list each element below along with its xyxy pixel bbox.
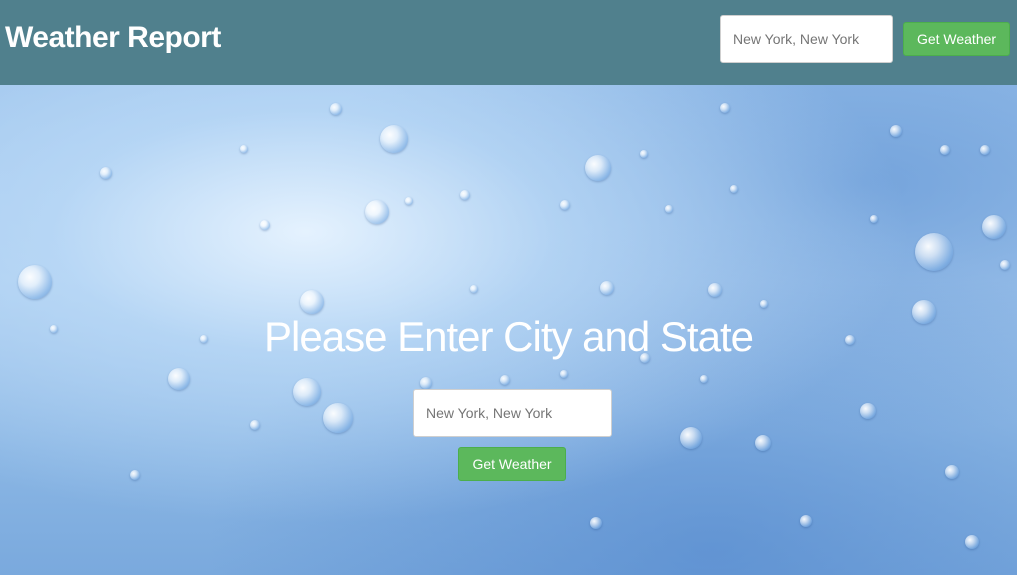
rain-drop — [560, 200, 570, 210]
rain-drop — [980, 145, 990, 155]
rain-drop — [168, 368, 190, 390]
rain-drop — [500, 375, 510, 385]
rain-drop — [915, 233, 953, 271]
rain-drop — [730, 185, 738, 193]
rain-drop — [130, 470, 140, 480]
rain-drop — [720, 103, 730, 113]
rain-drop — [365, 200, 389, 224]
rain-drop — [680, 427, 702, 449]
rain-drop — [700, 375, 708, 383]
hero-section: Please Enter City and State Get Weather — [0, 85, 1017, 575]
brand-title[interactable]: Weather Report — [5, 21, 221, 55]
rain-drop — [460, 190, 470, 200]
navbar-get-weather-button[interactable]: Get Weather — [903, 22, 1010, 56]
rain-drop — [890, 125, 902, 137]
navbar-city-input[interactable] — [720, 15, 893, 63]
rain-drop — [293, 378, 321, 406]
rain-drop — [300, 290, 324, 314]
rain-drop — [665, 205, 673, 213]
rain-drop — [1000, 260, 1010, 270]
rain-drop — [708, 283, 722, 297]
top-navbar: Weather Report Get Weather — [0, 0, 1017, 85]
rain-drop — [600, 281, 614, 295]
rain-drop — [405, 197, 413, 205]
rain-drop — [240, 145, 248, 153]
hero-get-weather-button[interactable]: Get Weather — [458, 447, 566, 481]
rain-drop — [380, 125, 408, 153]
rain-drop — [640, 150, 648, 158]
rain-drop — [940, 145, 950, 155]
rain-drop — [590, 517, 602, 529]
rain-drop — [330, 103, 342, 115]
rain-drop — [250, 420, 260, 430]
rain-drop — [870, 215, 878, 223]
rain-drop — [585, 155, 611, 181]
hero-city-input[interactable] — [413, 389, 612, 437]
rain-drop — [18, 265, 52, 299]
rain-drop — [860, 403, 876, 419]
rain-drop — [755, 435, 771, 451]
rain-drop — [760, 300, 768, 308]
rain-drop — [100, 167, 112, 179]
rain-drop — [470, 285, 478, 293]
hero-heading: Please Enter City and State — [264, 313, 754, 360]
rain-drop — [420, 377, 432, 389]
rain-drop — [982, 215, 1006, 239]
rain-drop — [965, 535, 979, 549]
rain-drop — [800, 515, 812, 527]
rain-drop — [560, 370, 568, 378]
rain-drop — [945, 465, 959, 479]
weather-app: Weather Report Get Weather Please Enter … — [0, 0, 1017, 575]
rain-drop — [323, 403, 353, 433]
rain-drop — [260, 220, 270, 230]
